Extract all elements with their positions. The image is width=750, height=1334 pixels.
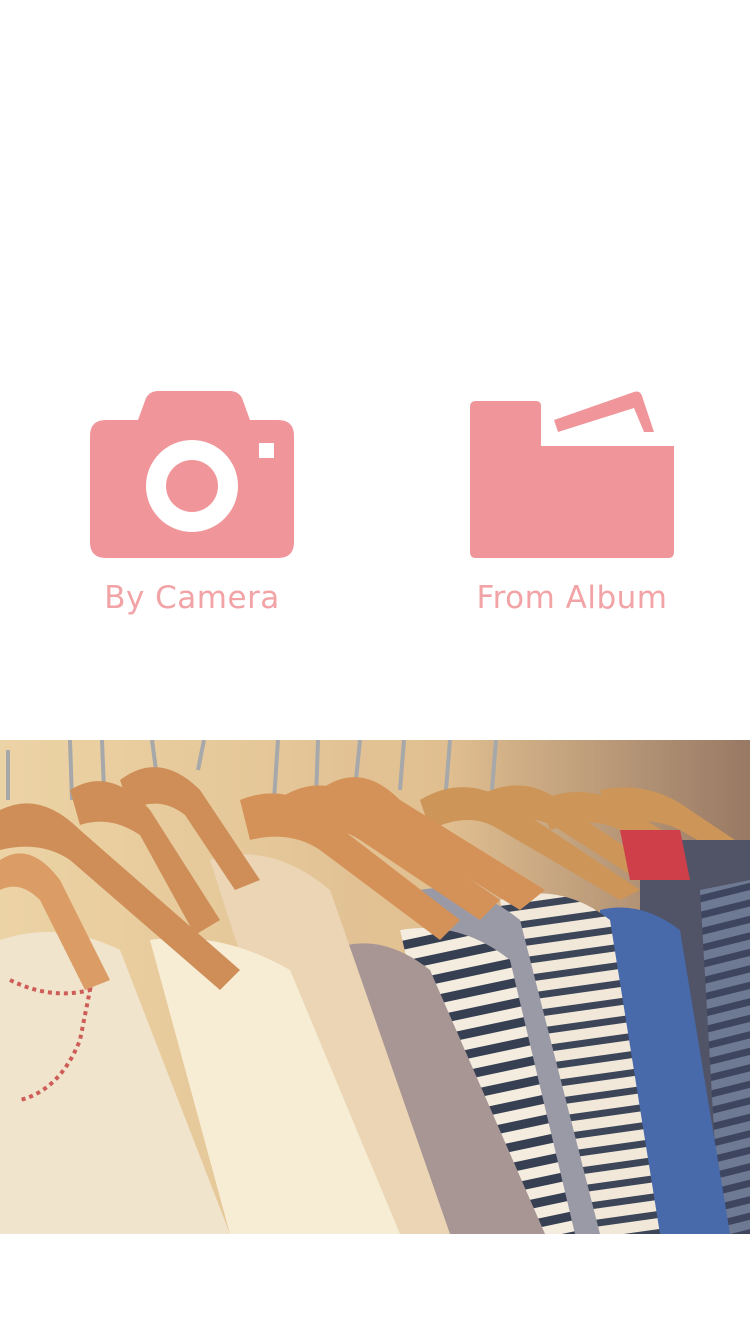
from-album-button[interactable]: From Album bbox=[467, 388, 677, 616]
from-album-label: From Album bbox=[476, 580, 668, 616]
clothes-rack-photo bbox=[0, 740, 750, 1234]
by-camera-label: By Camera bbox=[104, 580, 280, 616]
by-camera-button[interactable]: By Camera bbox=[87, 388, 297, 616]
camera-icon bbox=[90, 391, 294, 558]
clothes-rack-illustration bbox=[0, 740, 750, 1234]
folder-icon bbox=[470, 391, 674, 558]
